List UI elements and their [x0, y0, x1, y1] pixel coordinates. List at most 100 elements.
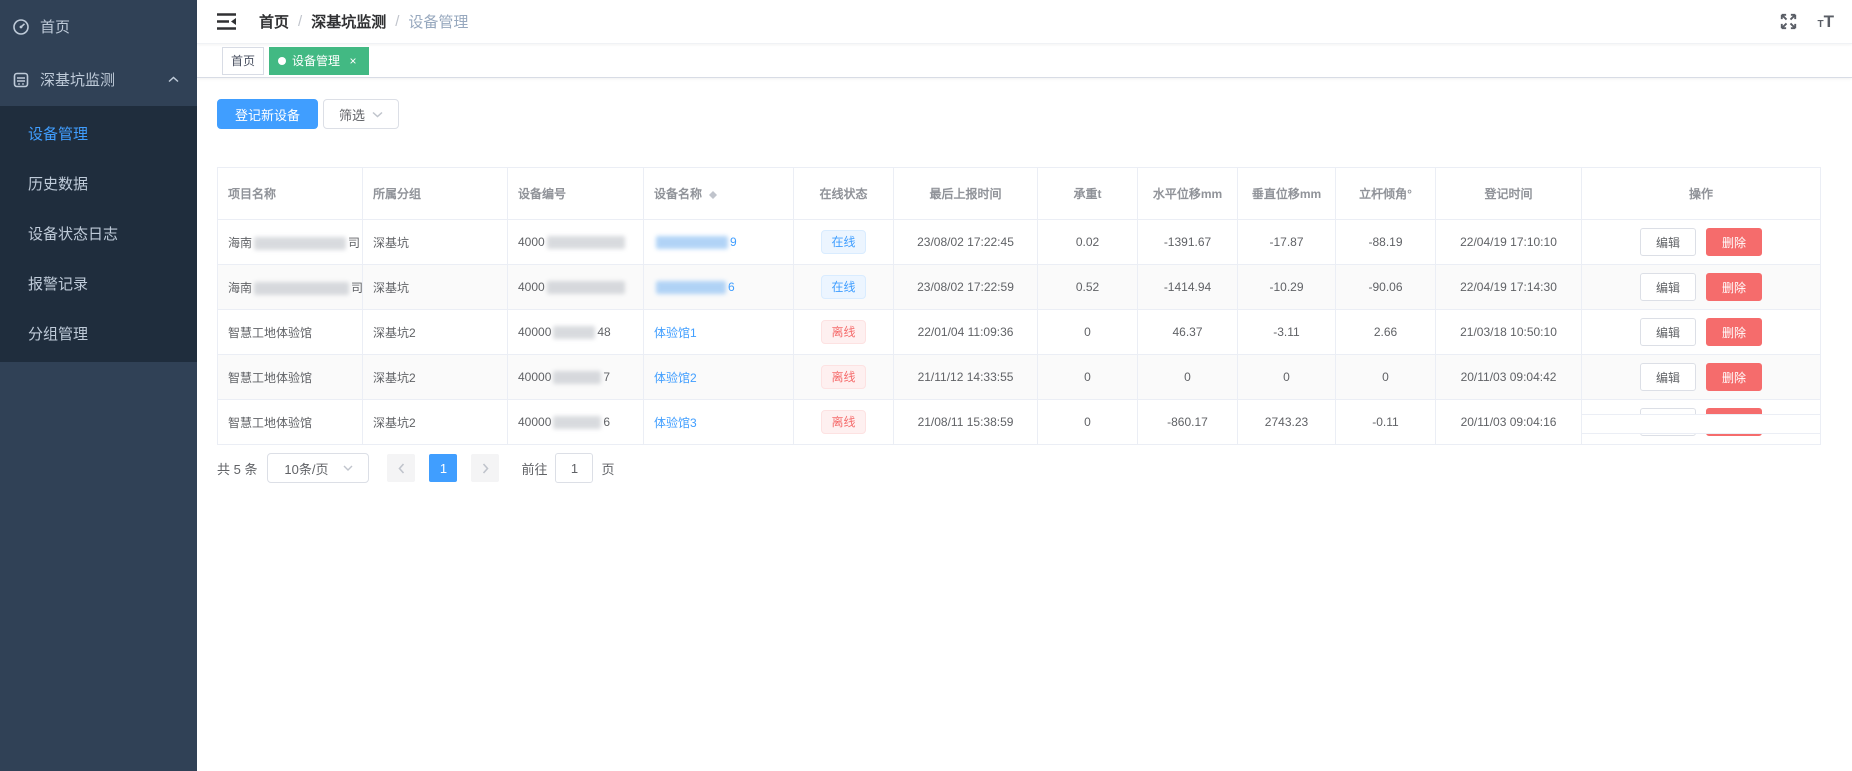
cell-actions: 编辑删除	[1582, 310, 1821, 355]
cell-weight: 0	[1038, 355, 1138, 400]
cell-text: 40000	[518, 325, 551, 339]
chevron-up-icon	[168, 76, 179, 83]
filter-button[interactable]: 筛选	[323, 99, 399, 129]
sidebar-item-history-data[interactable]: 历史数据	[0, 158, 197, 208]
chevron-right-icon	[482, 463, 489, 474]
redacted-blur	[547, 236, 625, 249]
table-header-row: 项目名称 所属分组 设备编号 设备名称 在线状态 最后上报时间 承重t 水平位移…	[218, 168, 1821, 220]
pagination: 共 5 条 10条/页 1 前往 页	[217, 453, 1852, 483]
sidebar-item-label: 首页	[40, 16, 70, 37]
edit-button[interactable]: 编辑	[1640, 228, 1696, 256]
sidebar: 首页 深基坑监测 设备管理 历史数据 设备状态日志 报警记录	[0, 0, 197, 771]
redacted-blur	[254, 237, 346, 250]
device-name-link[interactable]: 体验馆3	[654, 416, 697, 430]
col-header-status: 在线状态	[794, 168, 894, 220]
prev-page-button[interactable]	[387, 454, 415, 482]
breadcrumb-separator: /	[298, 13, 302, 30]
cell-status: 在线	[794, 220, 894, 265]
sidebar-item-device-mgmt[interactable]: 设备管理	[0, 108, 197, 158]
cell-project: 智慧工地体验馆	[218, 310, 363, 355]
cell-tilt: -0.11	[1336, 400, 1436, 445]
cell-text: 海南	[228, 236, 252, 250]
sidebar-item-alarm-records[interactable]: 报警记录	[0, 258, 197, 308]
device-name-link[interactable]: 体验馆1	[654, 326, 697, 340]
redacted-blur	[553, 371, 601, 384]
cell-project: 智慧工地体验馆	[218, 400, 363, 445]
cell-h_disp: -1414.94	[1138, 265, 1238, 310]
cell-device_name: 体验馆1	[644, 310, 794, 355]
cell-project: 海南司	[218, 220, 363, 265]
edit-button[interactable]: 编辑	[1640, 318, 1696, 346]
cell-reg_time: 20/11/03 09:04:42	[1436, 355, 1582, 400]
goto-page-input[interactable]	[555, 453, 593, 483]
hamburger-icon[interactable]	[215, 11, 237, 33]
cell-device_no: 4000	[508, 265, 644, 310]
chevron-down-icon	[343, 465, 353, 471]
cell-text: 6	[603, 415, 610, 429]
register-device-button[interactable]: 登记新设备	[217, 99, 318, 129]
col-header-device-no: 设备编号	[508, 168, 644, 220]
delete-button[interactable]: 删除	[1706, 273, 1762, 301]
cell-last_report: 23/08/02 17:22:59	[894, 265, 1038, 310]
status-tag-online: 在线	[821, 275, 865, 299]
status-tag-offline: 离线	[821, 410, 865, 434]
cell-text: 司	[351, 281, 362, 295]
sidebar-item-label: 深基坑监测	[40, 69, 115, 90]
status-tag-online: 在线	[821, 230, 865, 254]
cell-actions: 编辑删除	[1582, 265, 1821, 310]
sort-caret-icons[interactable]	[707, 188, 717, 202]
tag-home[interactable]: 首页	[222, 47, 264, 75]
edit-button[interactable]: 编辑	[1640, 273, 1696, 301]
redacted-blur	[547, 281, 625, 294]
device-name-link[interactable]: 9	[654, 235, 737, 249]
cell-reg_time: 20/11/03 09:04:16	[1436, 400, 1582, 445]
edit-button[interactable]: 编辑	[1640, 363, 1696, 391]
cell-reg_time: 22/04/19 17:14:30	[1436, 265, 1582, 310]
col-header-reg-time: 登记时间	[1436, 168, 1582, 220]
cell-text: 智慧工地体验馆	[228, 371, 312, 385]
status-tag-offline: 离线	[821, 365, 865, 389]
page-size-select[interactable]: 10条/页	[267, 453, 369, 483]
cell-v_disp: -3.11	[1238, 310, 1336, 355]
cell-device_no: 4000048	[508, 310, 644, 355]
col-header-device-name[interactable]: 设备名称	[644, 168, 794, 220]
table-row: 海南司深基坑40006在线23/08/02 17:22:590.52-1414.…	[218, 265, 1821, 310]
sidebar-item-home[interactable]: 首页	[0, 0, 197, 53]
redacted-blur	[656, 281, 726, 294]
sidebar-item-deep-pit-monitor[interactable]: 深基坑监测	[0, 53, 197, 106]
device-name-link[interactable]: 体验馆2	[654, 371, 697, 385]
fullscreen-icon[interactable]	[1779, 12, 1798, 31]
sidebar-item-device-status-log[interactable]: 设备状态日志	[0, 208, 197, 258]
cell-h_disp: -860.17	[1138, 400, 1238, 445]
device-table: 项目名称 所属分组 设备编号 设备名称 在线状态 最后上报时间 承重t 水平位移…	[217, 167, 1820, 445]
delete-button[interactable]: 删除	[1706, 228, 1762, 256]
breadcrumb-home[interactable]: 首页	[259, 11, 289, 32]
device-name-link[interactable]: 6	[654, 280, 735, 294]
page-number-1[interactable]: 1	[429, 454, 457, 482]
col-header-v-disp: 垂直位移mm	[1238, 168, 1336, 220]
cell-text: 40000	[518, 370, 551, 384]
tag-device-mgmt[interactable]: 设备管理 ×	[269, 47, 369, 75]
redacted-blur	[656, 236, 728, 249]
redacted-blur	[553, 416, 601, 429]
cell-text: 6	[728, 280, 735, 294]
sidebar-item-group-mgmt[interactable]: 分组管理	[0, 308, 197, 358]
breadcrumb-deep-pit-monitor[interactable]: 深基坑监测	[311, 11, 386, 32]
col-header-weight: 承重t	[1038, 168, 1138, 220]
cell-tilt: -90.06	[1336, 265, 1436, 310]
cell-text: 体验馆3	[654, 416, 697, 430]
close-icon[interactable]: ×	[346, 54, 360, 68]
cell-device_no: 4000	[508, 220, 644, 265]
cell-v_disp: -17.87	[1238, 220, 1336, 265]
cell-project: 海南司	[218, 265, 363, 310]
cell-weight: 0	[1038, 400, 1138, 445]
cell-h_disp: -1391.67	[1138, 220, 1238, 265]
cell-last_report: 23/08/02 17:22:45	[894, 220, 1038, 265]
delete-button[interactable]: 删除	[1706, 363, 1762, 391]
table-row: 智慧工地体验馆深基坑2400007体验馆2离线21/11/12 14:33:55…	[218, 355, 1821, 400]
redacted-blur	[254, 282, 349, 295]
status-tag-offline: 离线	[821, 320, 865, 344]
font-size-icon[interactable]: TT	[1818, 13, 1835, 30]
delete-button[interactable]: 删除	[1706, 318, 1762, 346]
next-page-button[interactable]	[471, 454, 499, 482]
